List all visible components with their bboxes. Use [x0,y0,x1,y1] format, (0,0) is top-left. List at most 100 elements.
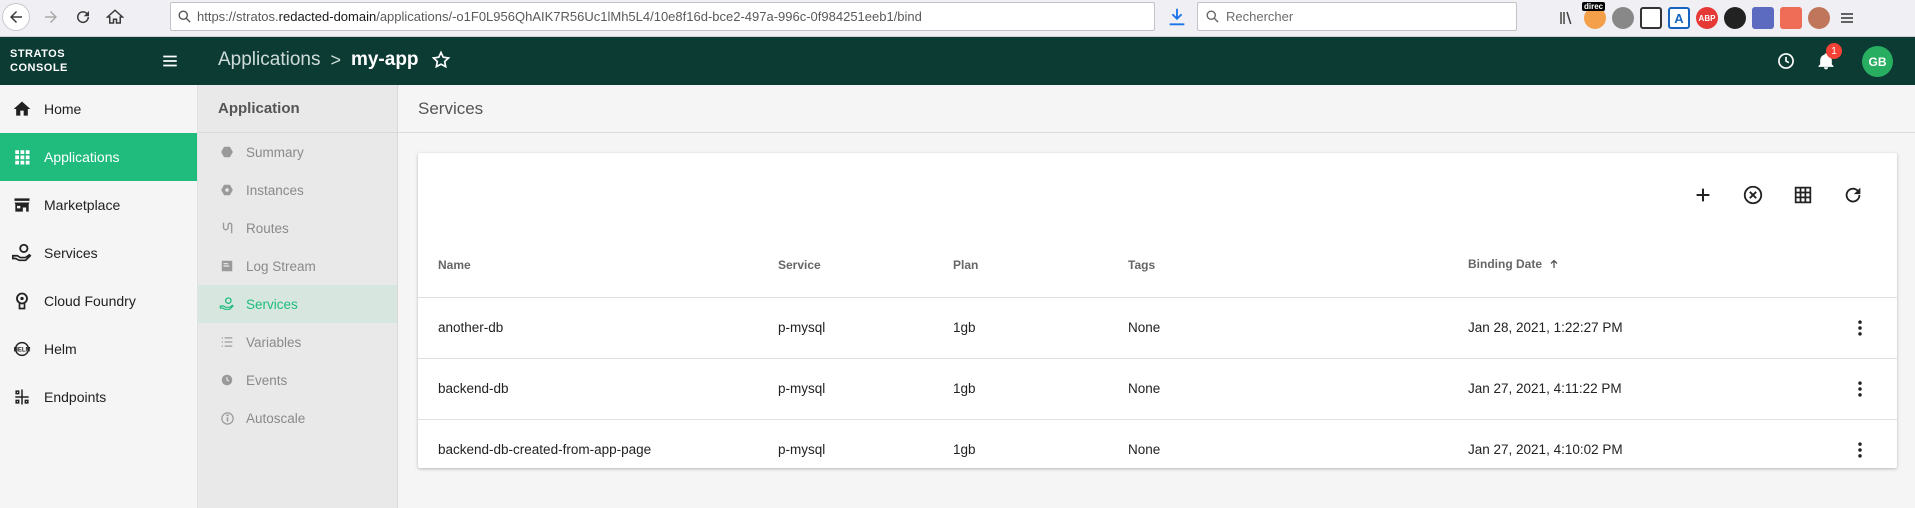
forward-button[interactable] [36,2,66,32]
subnav-label: Log Stream [246,258,316,274]
column-header-name[interactable]: Name [418,233,758,298]
row-actions-menu-icon[interactable] [1848,377,1872,401]
breadcrumb-separator: > [330,49,341,70]
translate-icon[interactable]: A [1668,7,1690,29]
nav-item-endpoints[interactable]: Endpoints [0,373,197,421]
direct-ext-icon[interactable]: direc [1582,2,1606,29]
cell-service: p-mysql [778,442,826,458]
cell-name: backend-db-created-from-app-page [438,442,652,458]
table-row[interactable]: another-db p-mysql 1gb None Jan 28, 2021… [418,297,1897,359]
subnav-item-summary[interactable]: Summary [198,133,397,171]
browser-toolbar: https://stratos.redacted-domain/applicat… [0,0,1915,37]
cell-binding-date: Jan 28, 2021, 1:22:27 PM [1448,297,1828,359]
user-avatar[interactable]: GB [1862,46,1893,77]
cell-service: p-mysql [758,358,933,420]
row-actions-menu-icon[interactable] [1848,316,1872,340]
nav-label: Services [44,245,98,261]
table-row[interactable]: backend-db-created-from-app-page p-mysql… [418,419,1897,480]
cell-tags: None [1108,297,1448,359]
browser-extensions: direc A ABP [1556,2,1858,30]
store-icon [10,193,34,217]
firefox-account-icon[interactable] [1808,7,1830,29]
library-icon[interactable] [1556,7,1578,29]
table-row[interactable]: backend-db p-mysql 1gb None Jan 27, 2021… [418,358,1897,420]
home-button[interactable] [100,2,130,32]
column-header-plan[interactable]: Plan [933,233,1108,298]
recent-history-icon[interactable] [1774,49,1798,73]
privacy-icon[interactable] [1724,7,1746,29]
column-header-service[interactable]: Service [758,233,933,298]
column-header-tags: Tags [1108,233,1448,298]
section-title: Services [398,85,1915,133]
settings-ext-icon[interactable] [1612,7,1634,29]
subnav-item-variables[interactable]: Variables [198,323,397,361]
favorite-star-icon[interactable] [431,49,453,71]
autoscale-icon [218,409,236,427]
logo-line1: STRATOS [10,48,66,60]
hamburger-icon [163,55,177,67]
main-content: Services Name Service Plan Tags Binding … [398,85,1915,508]
cancel-circle-icon [1743,185,1763,205]
cell-actions [1828,297,1897,359]
logo-line2: CONSOLE [10,62,68,74]
browser-search-input[interactable] [1226,9,1496,24]
tree-icon[interactable] [1780,7,1802,29]
nav-item-marketplace[interactable]: Marketplace [0,181,197,229]
reload-button[interactable] [68,2,98,32]
back-button[interactable] [2,3,30,31]
cell-plan: 1gb [933,297,1108,359]
address-bar[interactable]: https://stratos.redacted-domain/applicat… [170,2,1155,31]
subnav-item-events[interactable]: Events [198,361,397,399]
subnav-item-autoscale[interactable]: Autoscale [198,399,397,437]
download-icon[interactable] [1166,6,1188,28]
nav-label: Marketplace [44,197,121,213]
events-icon [218,371,236,389]
reader-icon[interactable] [1640,7,1662,29]
nav-item-home[interactable]: Home [0,85,197,133]
sort-ascending-icon [1548,258,1560,273]
subnav-item-routes[interactable]: Routes [198,209,397,247]
subnav-label: Autoscale [246,410,306,426]
nav-item-applications[interactable]: Applications [0,133,197,181]
nav-item-services[interactable]: Services [0,229,197,277]
services-icon [218,295,236,313]
subnav-label: Routes [246,220,289,236]
add-icon [1696,188,1710,202]
notifications-bell-icon[interactable]: 1 [1814,43,1842,73]
nav-label: Endpoints [44,389,107,405]
nav-label: Applications [44,149,120,165]
helm-icon: HELM [10,337,34,361]
refresh-button[interactable] [1837,179,1869,211]
adblock-icon[interactable]: ABP [1696,7,1718,29]
subnav-item-instances[interactable]: Instances [198,171,397,209]
menu-icon[interactable] [1836,7,1858,29]
add-binding-button[interactable] [1687,179,1719,211]
toggle-view-button[interactable] [1787,179,1819,211]
column-header-actions [1828,233,1897,298]
subnav-label: Instances [246,182,304,198]
back-arrow-icon [10,11,22,23]
nav-item-cloud-foundry[interactable]: Cloud Foundry [0,277,197,325]
cell-tags: None [1108,358,1448,420]
nav-label: Cloud Foundry [44,293,136,309]
subnav-title: Application [198,85,397,133]
cell-actions [1828,419,1897,480]
browser-search-bar[interactable] [1197,2,1517,31]
row-actions-menu-icon[interactable] [1848,438,1872,462]
app-header: STRATOS CONSOLE Applications > my-app 1 … [0,37,1915,85]
page-title: my-app [350,49,419,70]
column-header-binding-date[interactable]: Binding Date [1448,233,1828,298]
unbind-button[interactable] [1737,179,1769,211]
svg-text:HELM: HELM [14,347,31,353]
nav-label: Helm [44,341,77,357]
stratos-logo[interactable]: STRATOS CONSOLE [10,47,68,75]
services-list-card: Name Service Plan Tags Binding Date anot… [418,153,1897,468]
subnav-item-log-stream[interactable]: Log Stream [198,247,397,285]
subnav-item-services[interactable]: Services [198,285,397,323]
sidenav-toggle-button[interactable] [158,49,182,73]
nav-item-helm[interactable]: HELM Helm [0,325,197,373]
subnav-label: Services [246,296,298,312]
screenshot-icon[interactable] [1752,7,1774,29]
subnav-label: Variables [246,334,302,350]
breadcrumb-applications-link[interactable]: Applications [218,49,320,71]
